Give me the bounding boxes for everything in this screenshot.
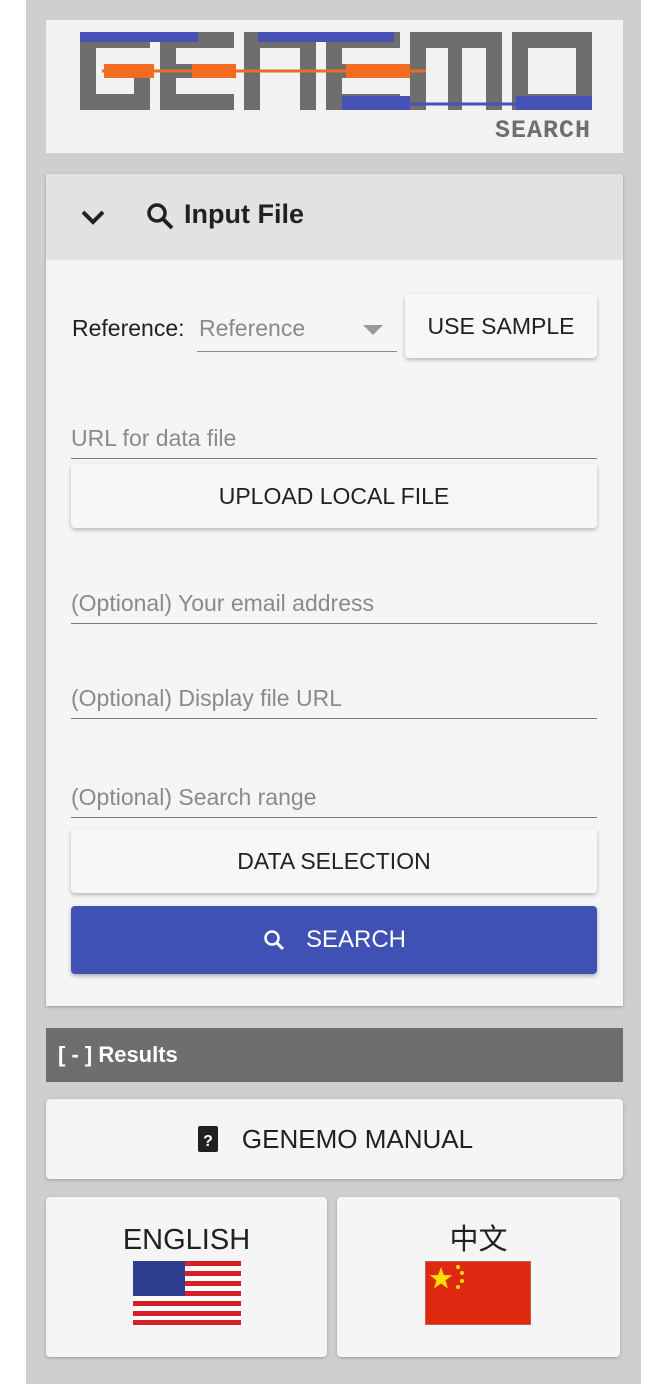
english-label: ENGLISH [122, 1224, 251, 1256]
data-selection-button[interactable]: DATA SELECTION [71, 829, 597, 893]
results-toggle[interactable]: [ - ] Results [46, 1028, 623, 1082]
use-sample-button[interactable]: USE SAMPLE [405, 294, 597, 358]
china-flag-icon [425, 1261, 531, 1325]
email-input[interactable] [71, 585, 597, 621]
search-range-input[interactable] [71, 779, 597, 815]
url-field [71, 409, 597, 459]
search-button-label: SEARCH [305, 926, 407, 953]
search-icon [264, 930, 285, 951]
search-button[interactable]: SEARCH [71, 906, 597, 974]
logo-subtitle: SEARCH [494, 116, 591, 145]
reference-select[interactable]: Reference [197, 308, 397, 352]
chevron-down-icon[interactable] [80, 206, 106, 228]
url-input[interactable] [71, 420, 597, 456]
genemo-logo: SEARCH [46, 20, 623, 153]
panel-title: Input File [184, 199, 304, 229]
display-url-input[interactable] [71, 680, 597, 716]
chinese-label: 中文 [449, 1224, 508, 1256]
search-range-field [71, 768, 597, 818]
manual-label: GENEMO MANUAL [241, 1123, 474, 1154]
us-flag-icon [133, 1261, 241, 1325]
english-language-button[interactable]: ENGLISH [46, 1197, 327, 1357]
display-url-field [71, 669, 597, 719]
book-help-icon: ? [197, 1126, 218, 1152]
input-file-panel: Input File Reference: Reference USE SAMP… [46, 174, 623, 1006]
search-icon [147, 203, 174, 230]
email-field [71, 574, 597, 624]
input-file-header[interactable]: Input File [46, 174, 623, 260]
upload-local-file-button[interactable]: UPLOAD LOCAL FILE [71, 464, 597, 528]
manual-button[interactable]: ? GENEMO MANUAL [46, 1099, 623, 1179]
svg-text:?: ? [203, 1133, 213, 1150]
chinese-language-button[interactable]: 中文 [337, 1197, 620, 1357]
dropdown-caret-icon [363, 325, 383, 335]
reference-label: Reference: [72, 315, 185, 341]
reference-placeholder: Reference [199, 315, 306, 341]
